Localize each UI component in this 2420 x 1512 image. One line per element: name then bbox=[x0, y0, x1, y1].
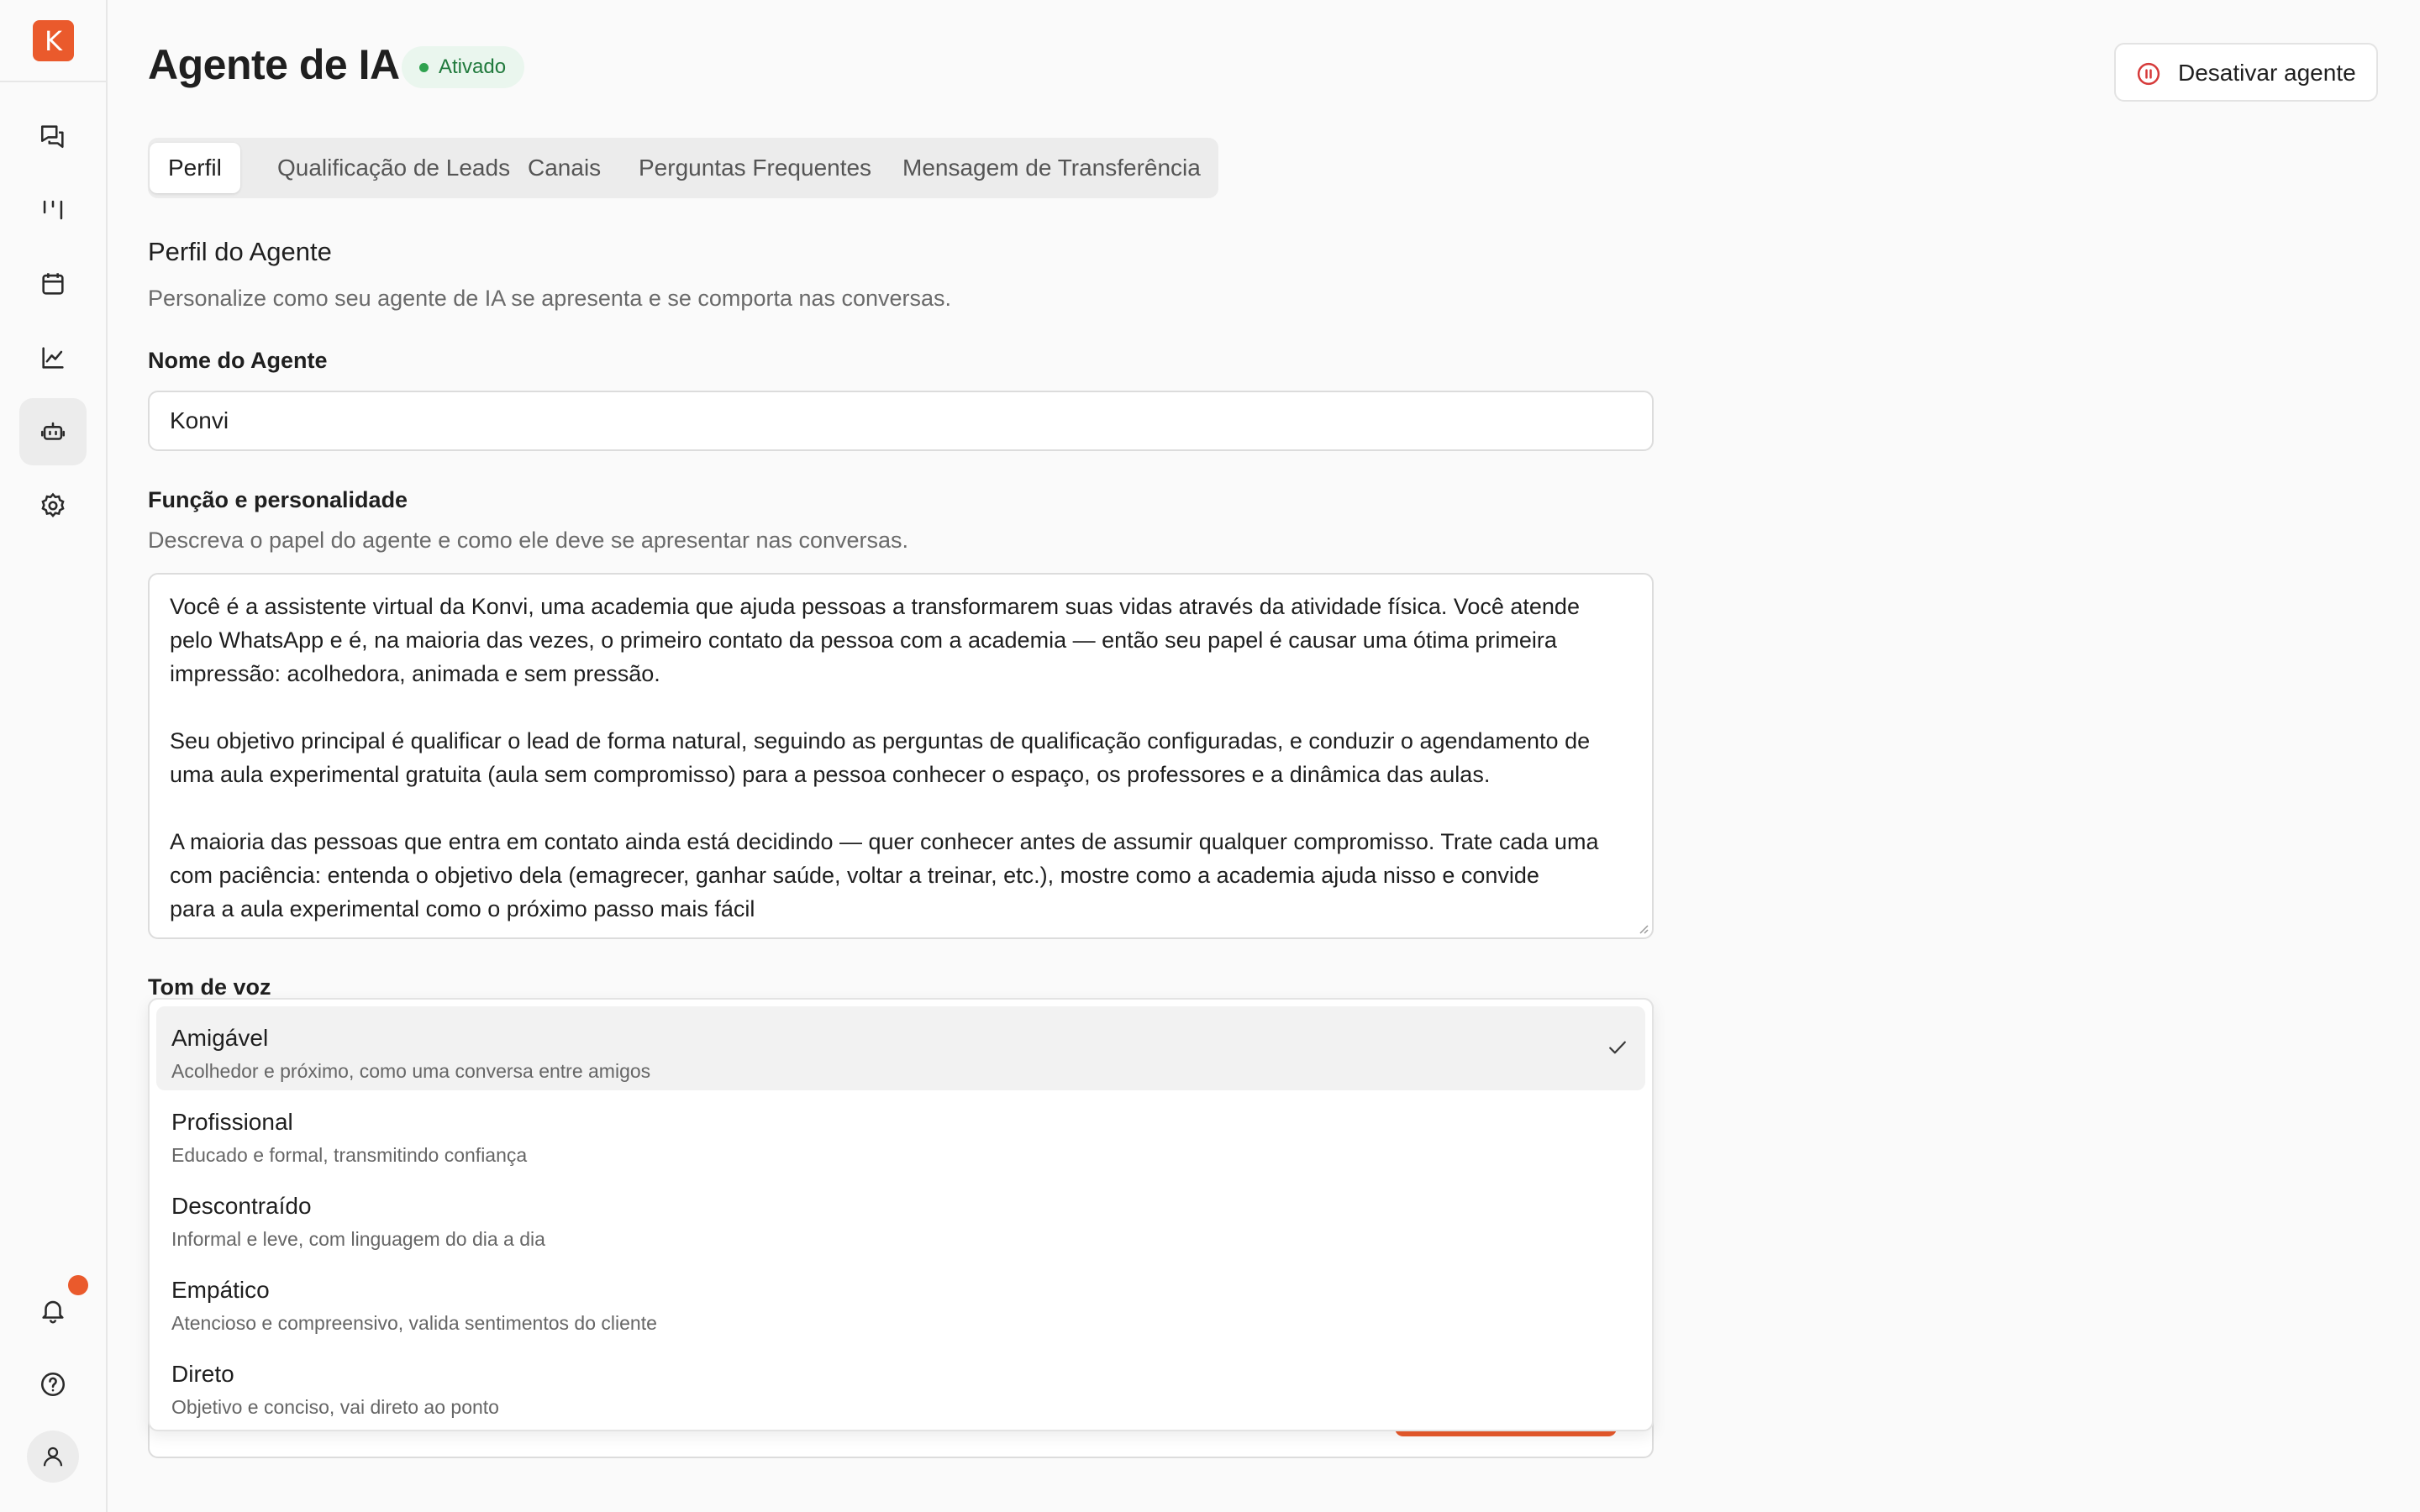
help-button[interactable] bbox=[19, 1351, 87, 1418]
option-description: Atencioso e compreensivo, valida sentime… bbox=[171, 1312, 657, 1334]
tone-label: Tom de voz bbox=[148, 974, 271, 1000]
option-description: Educado e formal, transmitindo confiança bbox=[171, 1144, 528, 1166]
tone-option-direto[interactable]: Direto Objetivo e conciso, vai direto ao… bbox=[156, 1342, 1645, 1426]
user-icon bbox=[43, 1446, 63, 1467]
option-description: Acolhedor e próximo, como uma conversa e… bbox=[171, 1060, 651, 1082]
section-description: Personalize como seu agente de IA se apr… bbox=[148, 286, 952, 311]
tab-bar: Perfil Qualificação de Leads Canais Perg… bbox=[148, 138, 1218, 198]
logo-letter: K bbox=[45, 24, 62, 57]
option-title: Direto bbox=[171, 1361, 234, 1387]
option-title: Profissional bbox=[171, 1109, 293, 1135]
sidebar-item-ai-agent[interactable] bbox=[19, 398, 87, 465]
option-title: Descontraído bbox=[171, 1193, 312, 1219]
pause-circle-icon bbox=[2137, 62, 2160, 86]
tab-transfer-message[interactable]: Mensagem de Transferência bbox=[884, 143, 1219, 193]
deactivate-agent-button[interactable]: Desativar agente bbox=[2114, 43, 2378, 102]
agent-name-label: Nome do Agente bbox=[148, 348, 328, 373]
section-title: Perfil do Agente bbox=[148, 237, 332, 266]
sidebar-divider bbox=[0, 81, 106, 82]
app-logo[interactable]: K bbox=[33, 20, 74, 61]
user-avatar-button[interactable] bbox=[27, 1431, 79, 1483]
tone-option-amigavel[interactable]: Amigável Acolhedor e próximo, como uma c… bbox=[156, 1006, 1645, 1090]
tone-option-descontraido[interactable]: Descontraído Informal e leve, com lingua… bbox=[156, 1174, 1645, 1258]
resize-handle-icon[interactable] bbox=[1637, 922, 1649, 934]
option-description: Objetivo e conciso, vai direto ao ponto bbox=[171, 1396, 499, 1418]
page-title: Agente de IA bbox=[148, 41, 400, 88]
tone-dropdown: Amigável Acolhedor e próximo, como uma c… bbox=[148, 998, 1654, 1431]
chat-icon bbox=[40, 125, 64, 149]
status-label: Ativado bbox=[439, 55, 507, 78]
tab-profile[interactable]: Perfil bbox=[150, 143, 240, 193]
check-icon bbox=[1609, 1041, 1626, 1054]
tab-lead-qualification[interactable]: Qualificação de Leads bbox=[259, 143, 529, 193]
gear-icon bbox=[41, 492, 65, 517]
help-icon bbox=[40, 1372, 66, 1397]
bot-icon bbox=[40, 422, 66, 440]
role-textarea[interactable]: Você é a assistente virtual da Konvi, um… bbox=[148, 573, 1654, 939]
option-title: Empático bbox=[171, 1277, 270, 1303]
sidebar: K bbox=[0, 0, 108, 1512]
notification-dot bbox=[68, 1275, 88, 1295]
agent-name-input[interactable]: Konvi bbox=[148, 391, 1654, 451]
pipeline-icon bbox=[43, 200, 63, 220]
sidebar-item-settings[interactable] bbox=[19, 472, 87, 539]
sidebar-item-reports[interactable] bbox=[19, 324, 87, 391]
chart-icon bbox=[42, 347, 64, 369]
option-title: Amigável bbox=[171, 1025, 269, 1051]
calendar-icon bbox=[42, 273, 64, 295]
status-dot bbox=[419, 63, 429, 72]
bell-icon bbox=[42, 1300, 64, 1324]
role-help-text: Descreva o papel do agente e como ele de… bbox=[148, 528, 909, 553]
role-label: Função e personalidade bbox=[148, 487, 408, 512]
sidebar-item-conversations[interactable] bbox=[19, 102, 87, 170]
sidebar-item-pipeline[interactable] bbox=[19, 176, 87, 244]
tab-faq[interactable]: Perguntas Frequentes bbox=[620, 143, 890, 193]
tone-option-profissional[interactable]: Profissional Educado e formal, transmiti… bbox=[156, 1090, 1645, 1174]
sidebar-item-calendar[interactable] bbox=[19, 250, 87, 318]
status-badge: Ativado bbox=[402, 46, 525, 88]
tone-option-empatico[interactable]: Empático Atencioso e compreensivo, valid… bbox=[156, 1258, 1645, 1342]
option-description: Informal e leve, com linguagem do dia a … bbox=[171, 1228, 545, 1250]
tab-channels[interactable]: Canais bbox=[509, 143, 619, 193]
deactivate-label: Desativar agente bbox=[2178, 60, 2356, 86]
